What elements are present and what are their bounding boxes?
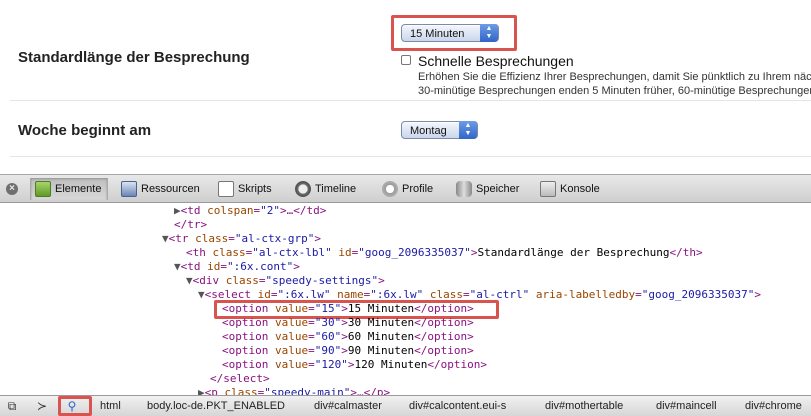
tree-node[interactable]: ▼<div class="speedy-settings"> <box>186 274 385 288</box>
scripts-icon <box>218 181 234 197</box>
stopwatch-icon <box>295 181 311 197</box>
divider <box>10 100 811 101</box>
tree-node-option[interactable]: <option value="90">90 Minuten</option> <box>222 344 474 358</box>
tab-profiles-label: Profile <box>402 183 434 195</box>
select-arrows-icon: ▲ ▼ <box>459 121 477 139</box>
quick-meetings-desc-line-1: Erhöhen Sie die Effizienz Ihrer Besprech… <box>418 71 811 83</box>
tab-console-label: Konsole <box>560 183 600 195</box>
tab-elements[interactable]: Elemente <box>30 178 109 200</box>
tree-node[interactable]: </tr> <box>174 218 207 232</box>
tree-node-option[interactable]: <option value="30">30 Minuten</option> <box>222 316 474 330</box>
tree-node-option[interactable]: <option value="60">60 Minuten</option> <box>222 330 474 344</box>
database-icon <box>456 181 472 197</box>
devtools-toolbar: × Elemente Ressourcen Skripts Timeline P… <box>0 174 811 203</box>
tree-node-option[interactable]: <option value="120">120 Minuten</option> <box>222 358 487 372</box>
breadcrumb-chrome[interactable]: div#chrome <box>745 400 802 412</box>
console-icon <box>540 181 556 197</box>
close-icon[interactable]: × <box>6 183 18 195</box>
profile-gauge-icon <box>382 181 398 197</box>
tab-storage[interactable]: Speicher <box>452 178 519 200</box>
tree-node[interactable]: </select> <box>210 372 270 386</box>
resources-icon <box>121 181 137 197</box>
quick-meetings-desc-line-2: 30-minütige Besprechungen enden 5 Minute… <box>418 85 811 97</box>
tree-node[interactable]: ▼<tr class="al-ctx-grp"> <box>162 232 321 246</box>
tree-node[interactable]: <th class="al-ctx-lbl" id="goog_20963350… <box>186 246 703 260</box>
highlight-duration-select <box>391 15 517 51</box>
highlight-inspect-button <box>58 396 92 416</box>
tab-scripts[interactable]: Skripts <box>214 178 272 200</box>
week-start-label: Woche beginnt am <box>18 122 152 139</box>
breadcrumb-body[interactable]: body.loc-de.PKT_ENABLED <box>147 400 285 412</box>
duration-label: Standardlänge der Besprechung <box>18 49 250 66</box>
tab-storage-label: Speicher <box>476 183 520 195</box>
tree-node[interactable]: ▶<p class="speedy-main">…</p> <box>198 386 390 395</box>
tab-profiles[interactable]: Profile <box>378 178 433 200</box>
breadcrumb-mothertable[interactable]: div#mothertable <box>545 400 623 412</box>
week-start-select[interactable]: Montag ▲ ▼ <box>401 121 478 139</box>
tab-elements-label: Elemente <box>55 183 102 195</box>
dock-window-icon[interactable]: ⧉ <box>4 399 20 413</box>
breadcrumb-maincell[interactable]: div#maincell <box>656 400 717 412</box>
devtools-statusbar: ⧉ ≻ ⚲ html body.loc-de.PKT_ENABLED div#c… <box>0 395 811 416</box>
week-start-select-value: Montag <box>410 125 447 137</box>
tab-console[interactable]: Konsole <box>536 178 600 200</box>
breadcrumb-calmaster[interactable]: div#calmaster <box>314 400 382 412</box>
console-drawer-icon[interactable]: ≻ <box>34 399 50 413</box>
settings-panel: Standardlänge der Besprechung 15 Minuten… <box>0 0 811 174</box>
quick-meetings-label: Schnelle Besprechungen <box>418 53 574 69</box>
tab-timeline-label: Timeline <box>315 183 357 195</box>
elements-icon <box>35 181 51 197</box>
breadcrumb-html[interactable]: html <box>100 400 121 412</box>
tab-scripts-label: Skripts <box>238 183 272 195</box>
quick-meetings-checkbox[interactable] <box>401 55 411 65</box>
tab-resources-label: Ressourcen <box>141 183 200 195</box>
quick-meetings-description: Erhöhen Sie die Effizienz Ihrer Besprech… <box>418 70 811 98</box>
tab-timeline[interactable]: Timeline <box>291 178 356 200</box>
divider <box>10 156 811 157</box>
elements-tree: ▶<td colspan="2">…</td> </tr> ▼<tr class… <box>0 203 811 395</box>
breadcrumb-calcontent[interactable]: div#calcontent.eui-s <box>409 400 506 412</box>
tree-node[interactable]: ▶<td colspan="2">…</td> <box>174 204 326 218</box>
tab-resources[interactable]: Ressourcen <box>117 178 200 200</box>
tree-node[interactable]: ▼<td id=":6x.cont"> <box>174 260 300 274</box>
